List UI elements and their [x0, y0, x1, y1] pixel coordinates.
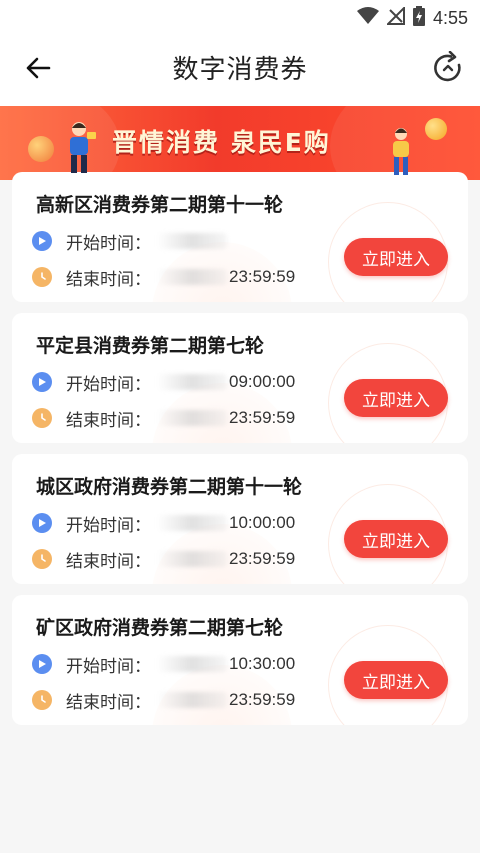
redacted-date: [157, 515, 227, 531]
promo-banner[interactable]: 晋情消费 泉民E购: [0, 106, 480, 180]
redacted-date: [157, 374, 227, 390]
shopper-figure-left: [60, 120, 98, 176]
start-time-row: 开始时间： 10:30:00: [32, 652, 296, 677]
voucher-list: 高新区消费券第二期第十一轮 开始时间： 结束时间： 23:59:59 立即进入 …: [12, 172, 468, 736]
enter-button[interactable]: 立即进入: [344, 238, 448, 276]
clock-icon: [32, 549, 52, 569]
redacted-date: [157, 692, 227, 708]
end-time-row: 结束时间： 23:59:59: [32, 688, 296, 713]
redacted-date: [157, 551, 227, 567]
play-icon: [32, 654, 52, 674]
status-icons: 4:55: [356, 5, 468, 30]
status-time: 4:55: [432, 7, 468, 28]
redacted-date: [157, 410, 227, 426]
end-time-row: 结束时间： 23:59:59: [32, 547, 296, 572]
start-time-row: 开始时间：: [32, 229, 229, 254]
end-time-value: 23:59:59: [229, 408, 296, 427]
app-bar: 数字消费券: [0, 34, 480, 106]
wifi-icon: [356, 7, 379, 29]
end-time-value: 23:59:59: [229, 690, 296, 709]
refresh-button[interactable]: [430, 50, 466, 89]
voucher-title: 矿区政府消费券第二期第七轮: [36, 617, 284, 639]
start-time-row: 开始时间： 10:00:00: [32, 511, 296, 536]
start-time-row: 开始时间： 09:00:00: [32, 370, 296, 395]
voucher-card: 城区政府消费券第二期第十一轮 开始时间： 10:00:00 结束时间： 23:5…: [12, 454, 468, 584]
enter-button[interactable]: 立即进入: [344, 379, 448, 417]
end-time-value: 23:59:59: [229, 267, 296, 286]
end-time-label: 结束时间：: [66, 692, 151, 713]
clock-icon: [32, 267, 52, 287]
voucher-title: 高新区消费券第二期第十一轮: [36, 194, 284, 216]
end-time-row: 结束时间： 23:59:59: [32, 406, 296, 431]
page-title: 数字消费券: [172, 55, 308, 85]
redacted-date: [157, 269, 227, 285]
refresh-icon: [431, 50, 465, 89]
redacted-date: [157, 233, 227, 249]
voucher-card: 高新区消费券第二期第十一轮 开始时间： 结束时间： 23:59:59 立即进入: [12, 172, 468, 302]
end-time-row: 结束时间： 23:59:59: [32, 265, 296, 290]
clock-icon: [32, 690, 52, 710]
status-bar: 4:55: [0, 0, 480, 34]
redacted-date: [157, 656, 227, 672]
start-time-value: 09:00:00: [229, 372, 296, 391]
no-signal-icon: [385, 5, 405, 29]
play-icon: [32, 231, 52, 251]
start-time-label: 开始时间：: [66, 233, 151, 254]
play-icon: [32, 372, 52, 392]
arrow-left-icon: [25, 57, 51, 83]
voucher-title: 平定县消费券第二期第七轮: [36, 335, 265, 357]
battery-charging-icon: [412, 6, 425, 30]
enter-button[interactable]: 立即进入: [344, 661, 448, 699]
back-button[interactable]: [20, 52, 56, 88]
voucher-card: 矿区政府消费券第二期第七轮 开始时间： 10:30:00 结束时间： 23:59…: [12, 595, 468, 725]
start-time-label: 开始时间：: [66, 374, 151, 395]
start-time-value: 10:00:00: [229, 513, 296, 532]
start-time-value: 10:30:00: [229, 654, 296, 673]
shopper-figure-right: [384, 126, 418, 178]
banner-slogan: 晋情消费 泉民E购: [112, 128, 331, 157]
voucher-title: 城区政府消费券第二期第十一轮: [36, 476, 303, 498]
enter-button[interactable]: 立即进入: [344, 520, 448, 558]
start-time-label: 开始时间：: [66, 656, 151, 677]
end-time-label: 结束时间：: [66, 410, 151, 431]
voucher-card: 平定县消费券第二期第七轮 开始时间： 09:00:00 结束时间： 23:59:…: [12, 313, 468, 443]
start-time-label: 开始时间：: [66, 515, 151, 536]
coin-decoration: [425, 118, 447, 140]
end-time-value: 23:59:59: [229, 549, 296, 568]
end-time-label: 结束时间：: [66, 269, 151, 290]
end-time-label: 结束时间：: [66, 551, 151, 572]
play-icon: [32, 513, 52, 533]
clock-icon: [32, 408, 52, 428]
planet-decoration: [28, 136, 54, 162]
